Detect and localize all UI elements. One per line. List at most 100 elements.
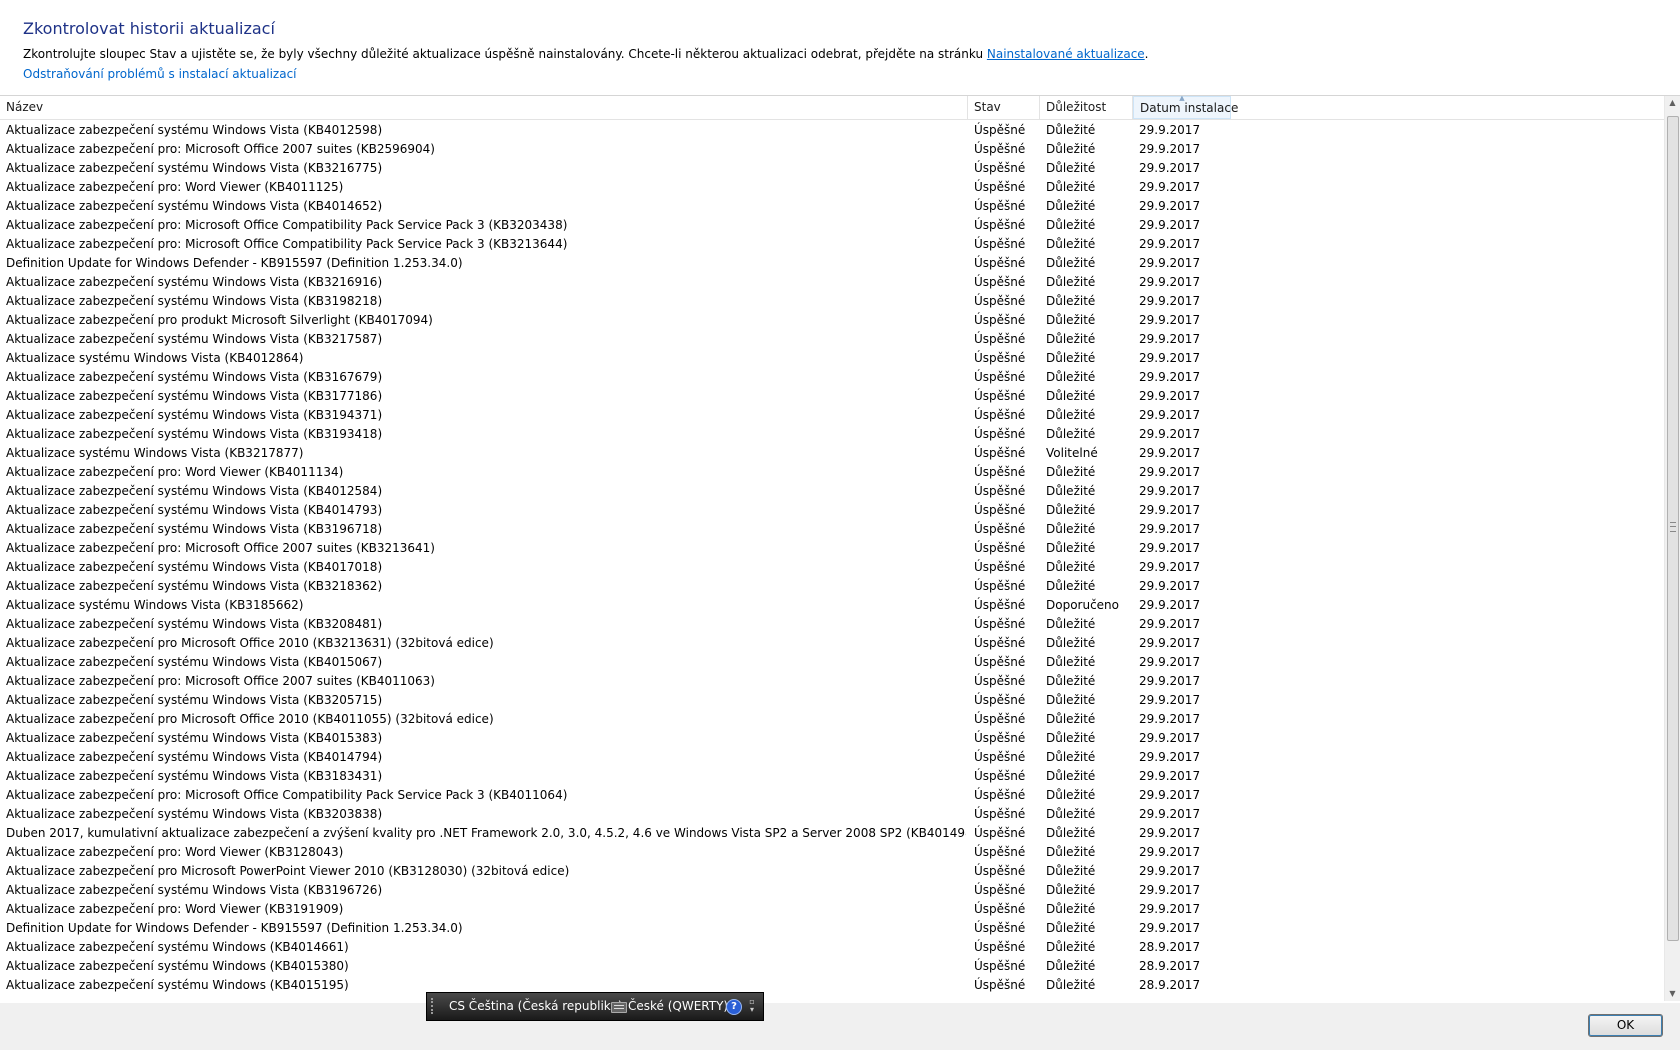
table-row[interactable]: Aktualizace zabezpečení systému Windows … <box>0 406 1665 425</box>
table-row[interactable]: Aktualizace zabezpečení pro Microsoft Of… <box>0 634 1665 653</box>
table-row[interactable]: Aktualizace zabezpečení systému Windows … <box>0 121 1665 140</box>
table-row[interactable]: Aktualizace zabezpečení systému Windows … <box>0 691 1665 710</box>
table-row[interactable]: Aktualizace zabezpečení systému Windows … <box>0 387 1665 406</box>
row-importance: Důležité <box>1046 769 1096 783</box>
help-icon[interactable]: ? <box>726 999 742 1015</box>
table-row[interactable]: Aktualizace zabezpečení pro: Microsoft O… <box>0 140 1665 159</box>
row-date: 29.9.2017 <box>1139 845 1201 859</box>
row-status: Úspěšné <box>974 636 1026 650</box>
table-row[interactable]: Aktualizace zabezpečení systému Windows … <box>0 767 1665 786</box>
language-bar[interactable]: CS Čeština (Česká republika) České (QWER… <box>426 992 764 1021</box>
table-row[interactable]: Aktualizace zabezpečení systému Windows … <box>0 197 1665 216</box>
row-importance: Důležité <box>1046 161 1096 175</box>
row-status: Úspěšné <box>974 807 1026 821</box>
row-importance: Důležité <box>1046 750 1096 764</box>
table-row[interactable]: Aktualizace systému Windows Vista (KB321… <box>0 444 1665 463</box>
table-row[interactable]: Aktualizace zabezpečení systému Windows … <box>0 615 1665 634</box>
table-row[interactable]: Definition Update for Windows Defender -… <box>0 919 1665 938</box>
table-row[interactable]: Aktualizace zabezpečení systému Windows … <box>0 425 1665 444</box>
table-row[interactable]: Duben 2017, kumulativní aktualizace zabe… <box>0 824 1665 843</box>
table-row[interactable]: Aktualizace zabezpečení pro: Microsoft O… <box>0 235 1665 254</box>
column-header-status[interactable]: Stav <box>968 96 1040 119</box>
row-status: Úspěšné <box>974 123 1026 137</box>
row-importance: Důležité <box>1046 123 1096 137</box>
row-status: Úspěšné <box>974 959 1026 973</box>
table-row[interactable]: Aktualizace zabezpečení systému Windows … <box>0 273 1665 292</box>
input-language[interactable]: CS Čeština (Česká republika) <box>449 993 623 1020</box>
table-row[interactable]: Aktualizace zabezpečení pro: Microsoft O… <box>0 786 1665 805</box>
table-row[interactable]: Aktualizace zabezpečení pro: Microsoft O… <box>0 672 1665 691</box>
row-status: Úspěšné <box>974 560 1026 574</box>
table-row[interactable]: Aktualizace zabezpečení pro: Word Viewer… <box>0 178 1665 197</box>
row-date: 29.9.2017 <box>1139 598 1201 612</box>
column-header-date[interactable]: ▲ Datum instalace <box>1133 96 1238 119</box>
table-row[interactable]: Aktualizace zabezpečení systému Windows … <box>0 501 1665 520</box>
update-history-list[interactable]: Název Stav Důležitost ▲ Datum instalace A… <box>0 95 1680 1004</box>
row-status: Úspěšné <box>974 864 1026 878</box>
vertical-scrollbar[interactable]: ▲ ▼ <box>1664 96 1680 1001</box>
table-row[interactable]: Aktualizace zabezpečení pro: Word Viewer… <box>0 843 1665 862</box>
table-row[interactable]: Aktualizace zabezpečení systému Windows … <box>0 729 1665 748</box>
table-row[interactable]: Aktualizace zabezpečení systému Windows … <box>0 520 1665 539</box>
table-row[interactable]: Aktualizace zabezpečení systému Windows … <box>0 558 1665 577</box>
row-name: Aktualizace zabezpečení pro: Microsoft O… <box>6 674 435 688</box>
table-row[interactable]: Aktualizace zabezpečení pro Microsoft Po… <box>0 862 1665 881</box>
table-row[interactable]: Aktualizace zabezpečení systému Windows … <box>0 938 1665 957</box>
scroll-down-icon[interactable]: ▼ <box>1665 987 1680 1001</box>
table-row[interactable]: Aktualizace zabezpečení pro: Word Viewer… <box>0 463 1665 482</box>
row-date: 29.9.2017 <box>1139 750 1201 764</box>
table-row[interactable]: Aktualizace zabezpečení systému Windows … <box>0 159 1665 178</box>
scroll-up-icon[interactable]: ▲ <box>1665 96 1680 110</box>
table-row[interactable]: Aktualizace zabezpečení systému Windows … <box>0 653 1665 672</box>
scrollbar-thumb[interactable] <box>1667 116 1679 941</box>
table-row[interactable]: Aktualizace zabezpečení systému Windows … <box>0 330 1665 349</box>
row-name: Aktualizace zabezpečení systému Windows … <box>6 655 383 669</box>
column-header-importance[interactable]: Důležitost <box>1040 96 1133 119</box>
table-row[interactable]: Aktualizace zabezpečení systému Windows … <box>0 368 1665 387</box>
table-row[interactable]: Aktualizace zabezpečení pro: Microsoft O… <box>0 216 1665 235</box>
row-date: 29.9.2017 <box>1139 674 1201 688</box>
row-importance: Důležité <box>1046 978 1096 992</box>
table-row[interactable]: Aktualizace zabezpečení systému Windows … <box>0 805 1665 824</box>
row-importance: Volitelné <box>1046 446 1098 460</box>
table-row[interactable]: Aktualizace zabezpečení pro Microsoft Of… <box>0 710 1665 729</box>
row-importance: Důležité <box>1046 940 1096 954</box>
row-name: Definition Update for Windows Defender -… <box>6 921 463 935</box>
table-row[interactable]: Aktualizace systému Windows Vista (KB401… <box>0 349 1665 368</box>
row-status: Úspěšné <box>974 218 1026 232</box>
ok-button[interactable]: OK <box>1588 1014 1663 1037</box>
troubleshoot-link[interactable]: Odstraňování problémů s instalací aktual… <box>23 67 297 81</box>
table-row[interactable]: Aktualizace zabezpečení systému Windows … <box>0 577 1665 596</box>
keyboard-layout[interactable]: České (QWERTY) <box>628 993 728 1020</box>
table-row[interactable]: Aktualizace zabezpečení systému Windows … <box>0 292 1665 311</box>
table-row[interactable]: Definition Update for Windows Defender -… <box>0 254 1665 273</box>
row-status: Úspěšné <box>974 883 1026 897</box>
row-name: Aktualizace zabezpečení systému Windows … <box>6 332 383 346</box>
table-row[interactable]: Aktualizace zabezpečení systému Windows … <box>0 957 1665 976</box>
options-icon[interactable]: ▫ ▾ <box>747 998 757 1014</box>
row-name: Aktualizace zabezpečení pro: Microsoft O… <box>6 142 435 156</box>
row-name: Aktualizace zabezpečení systému Windows … <box>6 959 349 973</box>
table-row[interactable]: Aktualizace zabezpečení systému Windows … <box>0 976 1665 995</box>
row-date: 29.9.2017 <box>1139 788 1201 802</box>
row-status: Úspěšné <box>974 712 1026 726</box>
table-row[interactable]: Aktualizace zabezpečení pro: Microsoft O… <box>0 539 1665 558</box>
intro-text: Zkontrolujte sloupec Stav a ujistěte se,… <box>23 47 1149 61</box>
row-importance: Důležité <box>1046 389 1096 403</box>
table-row[interactable]: Aktualizace zabezpečení pro: Word Viewer… <box>0 900 1665 919</box>
drag-handle-icon[interactable] <box>431 998 437 1014</box>
row-date: 29.9.2017 <box>1139 693 1201 707</box>
row-date: 29.9.2017 <box>1139 560 1201 574</box>
table-row[interactable]: Aktualizace zabezpečení systému Windows … <box>0 881 1665 900</box>
row-name: Aktualizace zabezpečení pro: Microsoft O… <box>6 237 568 251</box>
row-date: 29.9.2017 <box>1139 541 1201 555</box>
row-status: Úspěšné <box>974 617 1026 631</box>
table-row[interactable]: Aktualizace zabezpečení systému Windows … <box>0 482 1665 501</box>
table-row[interactable]: Aktualizace zabezpečení systému Windows … <box>0 748 1665 767</box>
column-header-name[interactable]: Název <box>0 96 968 119</box>
installed-updates-link[interactable]: Nainstalované aktualizace <box>987 47 1145 61</box>
table-row[interactable]: Aktualizace zabezpečení pro produkt Micr… <box>0 311 1665 330</box>
row-importance: Důležité <box>1046 541 1096 555</box>
row-importance: Důležité <box>1046 731 1096 745</box>
table-row[interactable]: Aktualizace systému Windows Vista (KB318… <box>0 596 1665 615</box>
